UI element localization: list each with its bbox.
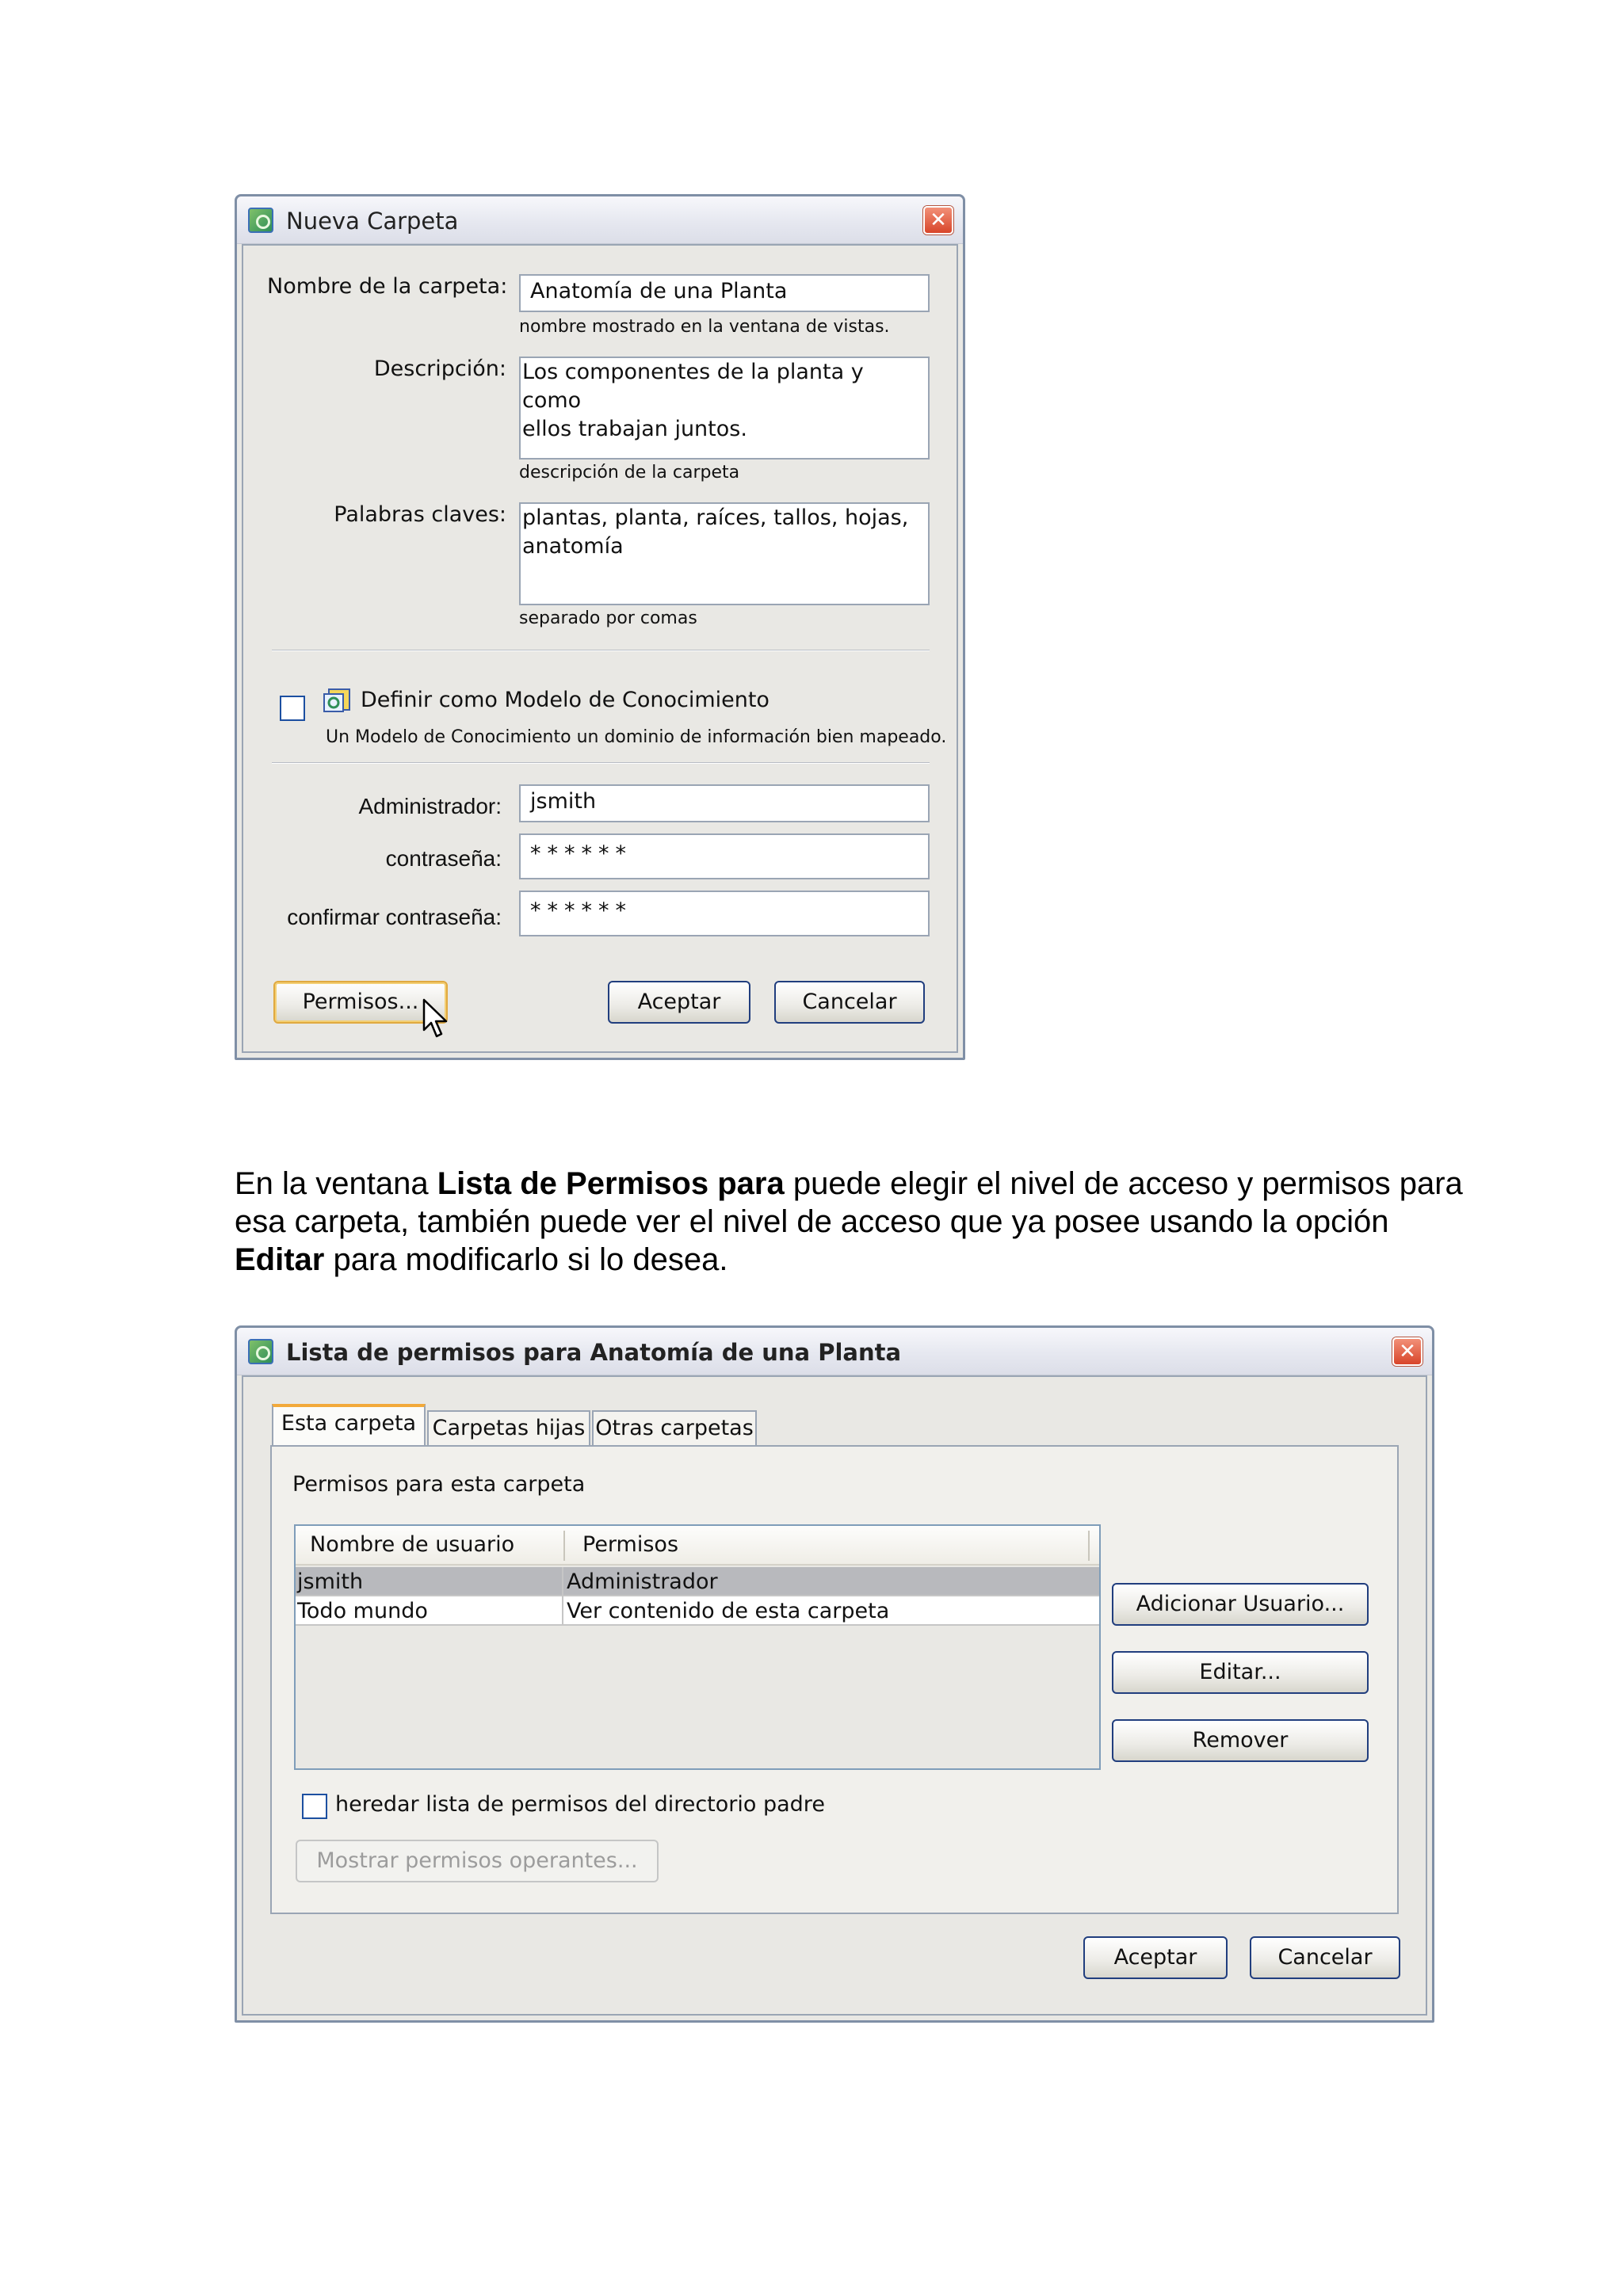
knowledge-model-icon <box>323 686 353 715</box>
body-paragraph: En la ventana Lista de Permisos para pue… <box>235 1165 1471 1279</box>
column-divider <box>563 1531 565 1561</box>
permission-cell: Administrador <box>567 1569 718 1594</box>
user-cell: Todo mundo <box>297 1599 428 1623</box>
cancel-button[interactable]: Cancelar <box>1250 1936 1400 1979</box>
separator <box>272 762 930 764</box>
edit-button[interactable]: Editar... <box>1112 1651 1369 1694</box>
cell-divider <box>562 1596 563 1626</box>
accept-button[interactable]: Aceptar <box>1083 1936 1228 1979</box>
admin-label: Administrador: <box>358 794 502 818</box>
description-label: Descripción: <box>373 357 506 381</box>
paragraph-text: para modificarlo si lo desea. <box>324 1242 728 1277</box>
separator <box>272 650 930 651</box>
tab-carpetas-hijas[interactable]: Carpetas hijas <box>427 1410 590 1447</box>
app-icon <box>248 1339 273 1364</box>
permissions-table[interactable]: Nombre de usuario Permisos jsmith Admini… <box>294 1524 1101 1770</box>
admin-input[interactable]: jsmith <box>519 784 930 822</box>
column-header-permissions[interactable]: Permisos <box>582 1526 678 1564</box>
mouse-cursor-icon <box>422 998 449 1039</box>
description-hint: descripción de la carpeta <box>519 463 740 482</box>
knowledge-model-label: Definir como Modelo de Conocimiento <box>361 688 769 712</box>
keywords-label: Palabras claves: <box>334 502 506 527</box>
remove-button[interactable]: Remover <box>1112 1719 1369 1762</box>
show-effective-permissions-button[interactable]: Mostrar permisos operantes... <box>296 1840 659 1882</box>
cancel-button[interactable]: Cancelar <box>774 981 925 1024</box>
password-input[interactable]: ****** <box>519 833 930 879</box>
paragraph-bold: Lista de Permisos para <box>437 1166 785 1201</box>
table-header: Nombre de usuario Permisos <box>296 1526 1099 1566</box>
tab-esta-carpeta[interactable]: Esta carpeta <box>272 1404 426 1447</box>
dialog-title: Lista de permisos para Anatomía de una P… <box>286 1339 902 1366</box>
password-label: contraseña: <box>385 846 502 871</box>
dialog-title: Nueva Carpeta <box>286 208 459 235</box>
permissions-button[interactable]: Permisos... <box>273 981 448 1024</box>
folder-name-input[interactable]: Anatomía de una Planta <box>519 274 930 312</box>
knowledge-model-hint: Un Modelo de Conocimiento un dominio de … <box>326 727 947 747</box>
keywords-hint: separado por comas <box>519 608 697 628</box>
panel-title: Permisos para esta carpeta <box>292 1472 586 1497</box>
close-button[interactable]: ✕ <box>923 206 953 235</box>
cell-divider <box>562 1567 563 1596</box>
user-cell: jsmith <box>297 1569 364 1594</box>
new-folder-dialog: Nueva Carpeta ✕ Nombre de la carpeta: An… <box>235 194 965 1060</box>
paragraph-text: En la ventana <box>235 1166 437 1201</box>
add-user-button[interactable]: Adicionar Usuario... <box>1112 1583 1369 1626</box>
permissions-list-dialog: Lista de permisos para Anatomía de una P… <box>235 1325 1434 2023</box>
folder-name-hint: nombre mostrado en la ventana de vistas. <box>519 317 890 337</box>
inherit-checkbox[interactable] <box>302 1794 327 1819</box>
keywords-textarea[interactable]: plantas, planta, raíces, tallos, hojas, … <box>519 502 930 605</box>
inherit-label: heredar lista de permisos del directorio… <box>335 1792 825 1817</box>
dialog-body: Nombre de la carpeta: Anatomía de una Pl… <box>242 244 958 1053</box>
description-textarea[interactable]: Los componentes de la planta y como ello… <box>519 357 930 460</box>
confirm-password-input[interactable]: ****** <box>519 891 930 936</box>
confirm-password-label: confirmar contraseña: <box>287 905 502 929</box>
column-divider <box>1088 1531 1090 1561</box>
table-row[interactable]: jsmith Administrador <box>296 1567 1099 1596</box>
tab-panel: Permisos para esta carpeta Nombre de usu… <box>270 1445 1399 1914</box>
tab-otras-carpetas[interactable]: Otras carpetas <box>592 1410 757 1447</box>
app-icon <box>248 208 273 233</box>
title-bar[interactable]: Nueva Carpeta ✕ <box>237 196 963 244</box>
accept-button[interactable]: Aceptar <box>608 981 750 1024</box>
paragraph-bold: Editar <box>235 1242 325 1277</box>
knowledge-model-checkbox[interactable] <box>280 696 305 721</box>
folder-name-label: Nombre de la carpeta: <box>267 274 508 299</box>
title-bar[interactable]: Lista de permisos para Anatomía de una P… <box>237 1328 1432 1375</box>
dialog-body: Esta carpeta Carpetas hijas Otras carpet… <box>242 1375 1427 2016</box>
close-button[interactable]: ✕ <box>1392 1337 1423 1366</box>
column-header-user[interactable]: Nombre de usuario <box>310 1526 514 1564</box>
permission-cell: Ver contenido de esta carpeta <box>567 1599 890 1623</box>
table-row[interactable]: Todo mundo Ver contenido de esta carpeta <box>296 1596 1099 1626</box>
